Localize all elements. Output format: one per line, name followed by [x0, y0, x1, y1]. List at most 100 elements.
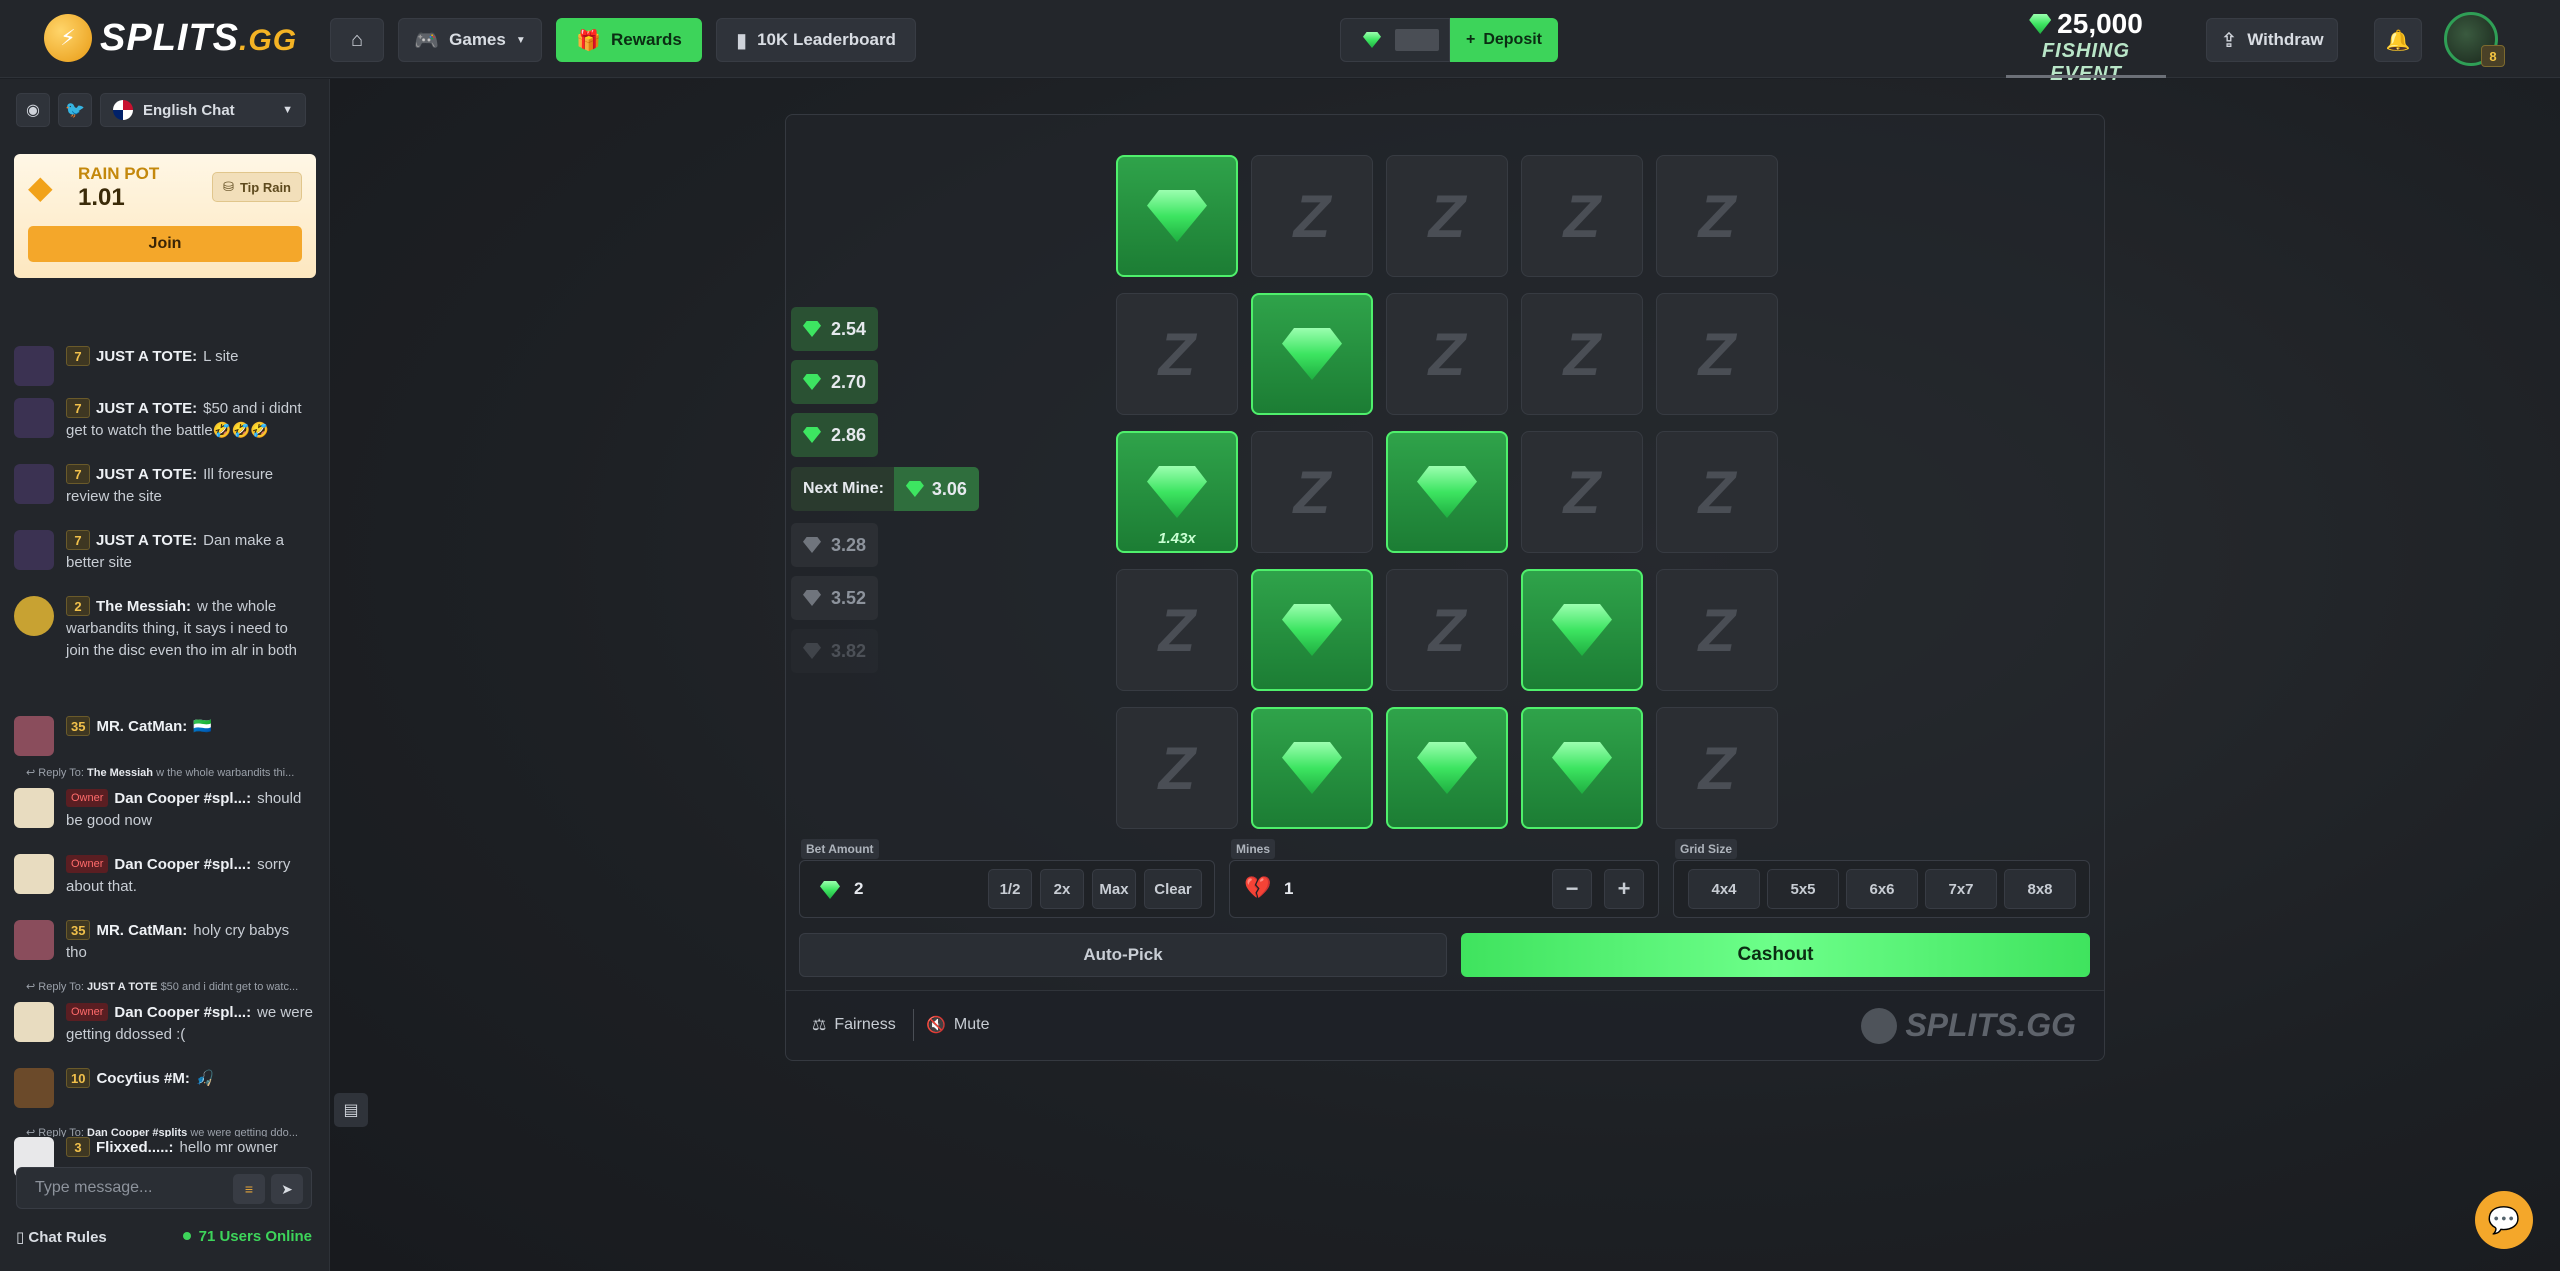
send-button[interactable]: ➤	[271, 1174, 303, 1204]
event-label: FISHING EVENT	[2041, 40, 2131, 85]
rewards-button[interactable]: 🎁 Rewards	[556, 18, 702, 62]
gem-icon	[1417, 466, 1477, 518]
fairness-button[interactable]: ⚖ Fairness	[812, 1015, 896, 1035]
withdraw-button[interactable]: ⇪ Withdraw	[2206, 18, 2338, 62]
tile-hidden[interactable]: Z	[1116, 293, 1238, 415]
chat-message: 2 The Messiah: w the whole warbandits thin…	[14, 596, 314, 662]
grid-size-8x8[interactable]: 8x8	[2004, 869, 2076, 909]
chat-message: 35 MR. CatMan: 🇸🇱	[14, 716, 314, 756]
games-dropdown[interactable]: 🎮 Games ▼	[398, 18, 542, 62]
gem-icon	[1417, 742, 1477, 794]
max-bet-button[interactable]: Max	[1092, 869, 1136, 909]
bet-amount-label: Bet Amount	[801, 839, 879, 859]
grid-size-6x6[interactable]: 6x6	[1846, 869, 1918, 909]
bet-amount-value[interactable]: 2	[854, 879, 863, 899]
deposit-button[interactable]: + Deposit	[1450, 18, 1558, 62]
gold-gem-icon: ◆	[28, 169, 53, 205]
increase-mines-button[interactable]: +	[1604, 869, 1644, 909]
mute-button[interactable]: 🔇 Mute	[926, 1015, 990, 1035]
tile-hidden[interactable]: Z	[1251, 431, 1373, 553]
splits-logo-icon: Z	[1563, 320, 1601, 388]
decrease-mines-button[interactable]: −	[1552, 869, 1592, 909]
grid-size-7x7[interactable]: 7x7	[1925, 869, 1997, 909]
mines-value[interactable]: 1	[1284, 879, 1293, 899]
splits-logo-icon: Z	[1158, 320, 1196, 388]
balance-value	[1395, 29, 1439, 51]
discord-button[interactable]: ◉	[16, 93, 50, 127]
cashout-button[interactable]: Cashout	[1461, 933, 2090, 977]
reply-indicator: ↩ Reply To: Dan Cooper #splits we were g…	[26, 1127, 298, 1137]
splits-logo-icon: Z	[1158, 734, 1196, 802]
tile-gem[interactable]	[1521, 707, 1643, 829]
mines-field[interactable]: 💔 1 − +	[1229, 860, 1659, 918]
tile-gem[interactable]	[1386, 707, 1508, 829]
user-avatar[interactable]: 8	[2444, 12, 2505, 67]
chat-language-select[interactable]: English Chat ▼	[100, 93, 306, 127]
splits-logo-icon: Z	[1563, 182, 1601, 250]
bet-amount-field[interactable]: 2 1/2 2x Max Clear	[799, 860, 1215, 918]
tile-gem[interactable]	[1251, 569, 1373, 691]
chat-input[interactable]: Type message... ≡ ➤	[16, 1167, 312, 1209]
avatar	[14, 920, 54, 960]
tip-rain-button[interactable]: ⛁ Tip Rain	[212, 172, 302, 202]
gem-icon	[1147, 190, 1207, 242]
tile-hidden[interactable]: Z	[1251, 155, 1373, 277]
tile-hidden[interactable]: Z	[1386, 569, 1508, 691]
splits-logo-icon: Z	[1698, 320, 1736, 388]
tile-hidden[interactable]: Z	[1656, 569, 1778, 691]
join-rain-button[interactable]: Join	[28, 226, 302, 262]
chat-rules-link[interactable]: ▯ Chat Rules	[16, 1228, 107, 1250]
bell-icon: 🔔	[2385, 29, 2411, 52]
tile-hidden[interactable]: Z	[1386, 155, 1508, 277]
double-bet-button[interactable]: 2x	[1040, 869, 1084, 909]
tile-hidden[interactable]: Z	[1521, 155, 1643, 277]
avatar	[14, 788, 54, 828]
grid-size-4x4[interactable]: 4x4	[1688, 869, 1760, 909]
uk-flag-icon	[113, 100, 133, 120]
tile-hidden[interactable]: Z	[1656, 431, 1778, 553]
avatar	[14, 854, 54, 894]
users-online: 71 Users Online	[183, 1228, 312, 1250]
tile-hidden[interactable]: Z	[1386, 293, 1508, 415]
tile-gem[interactable]	[1116, 155, 1238, 277]
tile-hidden[interactable]: Z	[1116, 707, 1238, 829]
tile-gem[interactable]	[1521, 569, 1643, 691]
clear-bet-button[interactable]: Clear	[1144, 869, 1202, 909]
gem-icon	[803, 321, 821, 337]
tile-hidden[interactable]: Z	[1656, 707, 1778, 829]
chat-messages[interactable]: 7 JUST A TOTE: L site 7 JUST A TOTE: $50 and…	[0, 269, 330, 1137]
tile-gem[interactable]: 1.43x	[1116, 431, 1238, 553]
tile-gem[interactable]	[1251, 293, 1373, 415]
tile-gem[interactable]	[1386, 431, 1508, 553]
toggle-chat-button[interactable]: ▤	[334, 1093, 368, 1127]
tile-hidden[interactable]: Z	[1521, 293, 1643, 415]
half-bet-button[interactable]: 1/2	[988, 869, 1032, 909]
auto-pick-button[interactable]: Auto-Pick	[799, 933, 1447, 977]
leaderboard-button[interactable]: ▮ 10K Leaderboard	[716, 18, 916, 62]
avatar	[14, 596, 54, 636]
home-button[interactable]: ⌂	[330, 18, 384, 62]
send-icon: ➤	[281, 1180, 293, 1197]
fishing-event-banner[interactable]: 25,000 FISHING EVENT	[2006, 8, 2166, 85]
multiplier-step: 3.82	[791, 629, 879, 673]
tile-multiplier: 1.43x	[1158, 530, 1196, 547]
chat-message: 7 JUST A TOTE: L site	[14, 346, 314, 386]
twitter-button[interactable]: 🐦	[58, 93, 92, 127]
splits-logo-icon: Z	[1698, 734, 1736, 802]
balance-display[interactable]	[1340, 18, 1450, 62]
notifications-button[interactable]: 🔔	[2374, 18, 2422, 62]
grid-size-selector: 4x4 5x5 6x6 7x7 8x8	[1673, 860, 2090, 918]
tile-hidden[interactable]: Z	[1116, 569, 1238, 691]
tile-hidden[interactable]: Z	[1521, 431, 1643, 553]
twitter-icon: 🐦	[65, 102, 85, 119]
emoji-button[interactable]: ≡	[233, 1174, 265, 1204]
site-logo[interactable]: ⚡ SPLITS.GG	[44, 14, 297, 62]
tile-hidden[interactable]: Z	[1656, 293, 1778, 415]
tile-gem[interactable]	[1251, 707, 1373, 829]
gamepad-icon: 🎮	[414, 29, 440, 52]
tile-hidden[interactable]: Z	[1656, 155, 1778, 277]
grid-size-5x5[interactable]: 5x5	[1767, 869, 1839, 909]
avatar	[14, 346, 54, 386]
support-chat-button[interactable]: 💬	[2475, 1191, 2533, 1249]
multiplier-step: 2.54	[791, 307, 879, 351]
